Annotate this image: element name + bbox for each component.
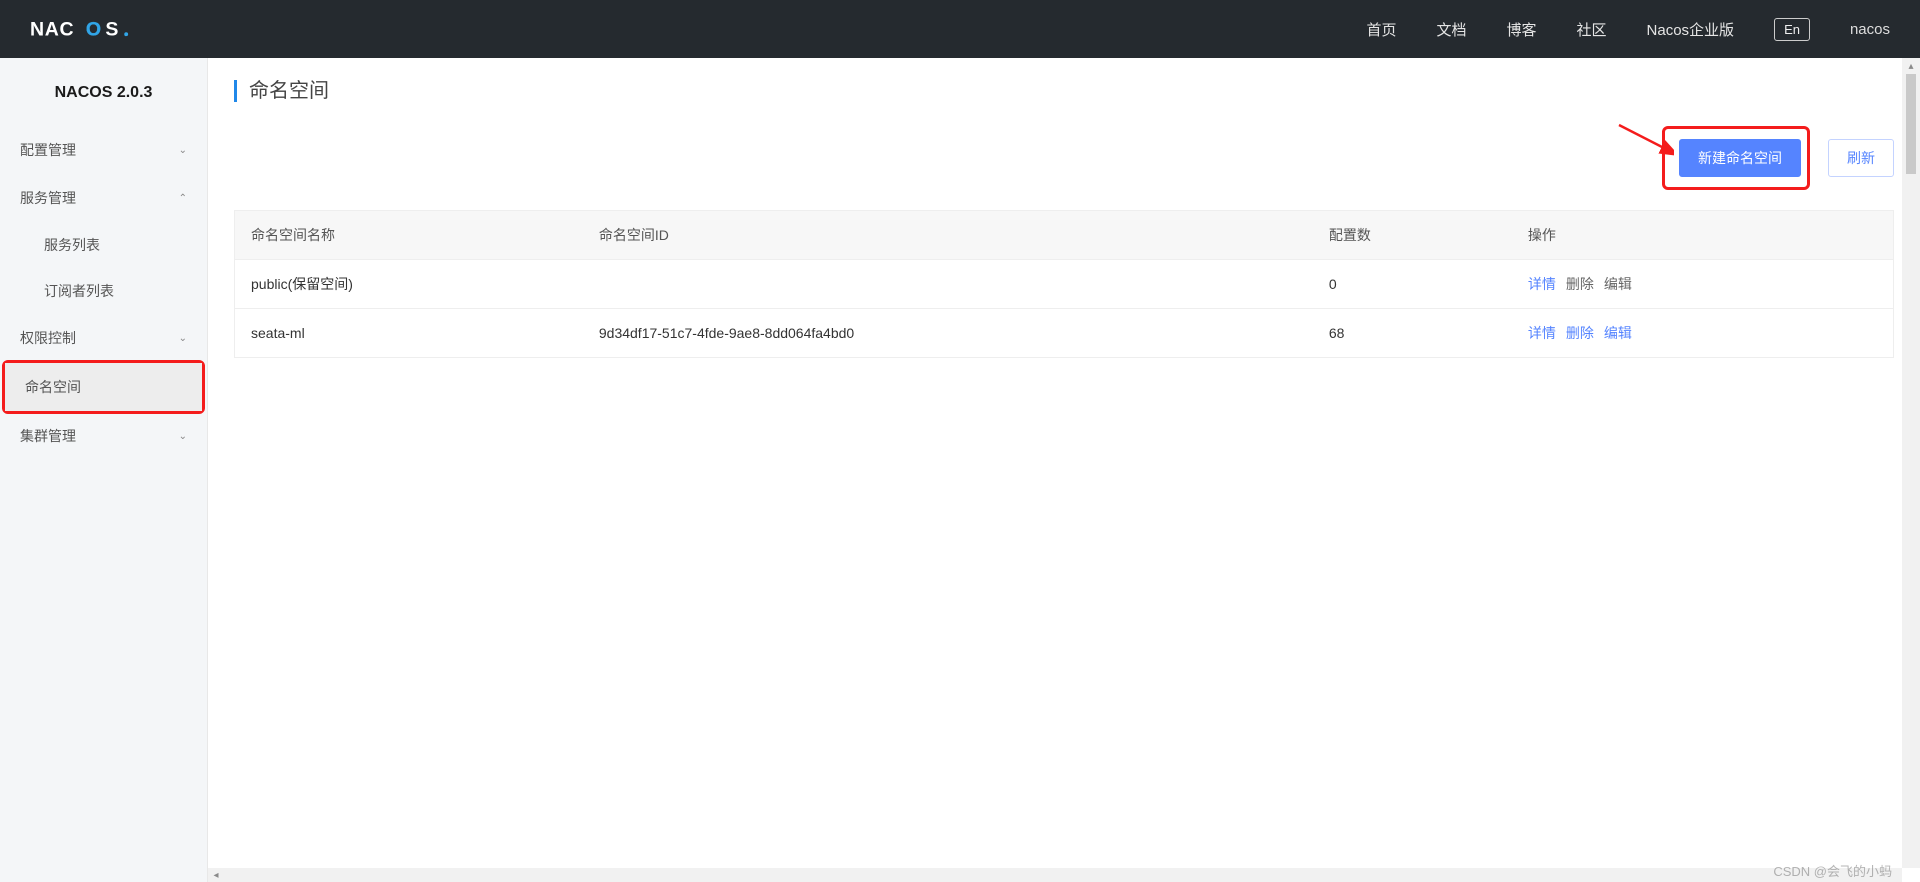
sidebar-config-mgmt[interactable]: 配置管理 ⌄ — [0, 126, 207, 174]
annotation-highlight-box: 命名空间 — [2, 360, 205, 414]
annotation-highlight-box: 新建命名空间 — [1662, 126, 1810, 190]
sidebar-access-control-label: 权限控制 — [20, 328, 76, 348]
sidebar-cluster-mgmt[interactable]: 集群管理 ⌄ — [0, 412, 207, 460]
cell-ops: 详情删除编辑 — [1512, 260, 1894, 309]
col-name: 命名空间名称 — [235, 211, 583, 260]
edit-link[interactable]: 编辑 — [1604, 325, 1632, 341]
sidebar-service-mgmt[interactable]: 服务管理 ⌃ — [0, 174, 207, 222]
user-menu[interactable]: nacos — [1850, 21, 1890, 38]
table-header-row: 命名空间名称 命名空间ID 配置数 操作 — [235, 211, 1894, 260]
horizontal-scrollbar[interactable]: ◂ — [208, 868, 1902, 882]
svg-text:O: O — [86, 19, 102, 41]
cell-count: 0 — [1313, 260, 1512, 309]
detail-link[interactable]: 详情 — [1528, 276, 1556, 292]
col-ops: 操作 — [1512, 211, 1894, 260]
chevron-down-icon: ⌄ — [179, 333, 187, 344]
delete-link: 删除 — [1566, 276, 1594, 292]
chevron-up-icon: ⌃ — [179, 193, 187, 204]
version-label: NACOS 2.0.3 — [0, 58, 207, 126]
sidebar-access-control[interactable]: 权限控制 ⌄ — [0, 314, 207, 362]
cell-count: 68 — [1313, 309, 1512, 358]
top-nav: 首页 文档 博客 社区 Nacos企业版 En nacos — [1366, 18, 1890, 41]
nacos-logo-icon: NAC O S — [30, 16, 173, 42]
svg-text:NAC: NAC — [30, 19, 74, 41]
chevron-down-icon: ⌄ — [179, 145, 187, 156]
sidebar-subscriber-list[interactable]: 订阅者列表 — [0, 268, 207, 314]
main-content: 命名空间 新建命名空间 刷新 命名空间名称 命名空间ID 配置数 — [208, 58, 1920, 882]
top-bar: NAC O S 首页 文档 博客 社区 Nacos企业版 En nacos — [0, 0, 1920, 58]
detail-link[interactable]: 详情 — [1528, 325, 1556, 341]
cell-id — [583, 260, 1313, 309]
cell-name: public(保留空间) — [235, 260, 583, 309]
col-id: 命名空间ID — [583, 211, 1313, 260]
refresh-button[interactable]: 刷新 — [1828, 139, 1894, 177]
nav-community[interactable]: 社区 — [1577, 19, 1607, 40]
vertical-scrollbar[interactable]: ▴ — [1902, 58, 1920, 868]
table-row: seata-ml9d34df17-51c7-4fde-9ae8-8dd064fa… — [235, 309, 1894, 358]
nav-enterprise[interactable]: Nacos企业版 — [1647, 19, 1735, 40]
logo[interactable]: NAC O S — [30, 16, 173, 42]
edit-link: 编辑 — [1604, 276, 1632, 292]
sidebar-config-mgmt-label: 配置管理 — [20, 140, 76, 160]
table-row: public(保留空间)0详情删除编辑 — [235, 260, 1894, 309]
sidebar: NACOS 2.0.3 配置管理 ⌄ 服务管理 ⌃ 服务列表 订阅者列表 权限控… — [0, 58, 208, 882]
create-namespace-button[interactable]: 新建命名空间 — [1679, 139, 1801, 177]
svg-text:S: S — [105, 19, 119, 41]
col-count: 配置数 — [1313, 211, 1512, 260]
page-title: 命名空间 — [234, 80, 1894, 102]
cell-name: seata-ml — [235, 309, 583, 358]
nav-docs[interactable]: 文档 — [1436, 19, 1466, 40]
namespace-table: 命名空间名称 命名空间ID 配置数 操作 public(保留空间)0详情删除编辑… — [234, 210, 1894, 358]
sidebar-namespace-label: 命名空间 — [25, 377, 81, 397]
sidebar-cluster-mgmt-label: 集群管理 — [20, 426, 76, 446]
scroll-up-icon[interactable]: ▴ — [1902, 58, 1920, 74]
sidebar-service-mgmt-label: 服务管理 — [20, 188, 76, 208]
lang-toggle[interactable]: En — [1774, 18, 1810, 41]
scrollbar-thumb[interactable] — [1906, 74, 1916, 174]
chevron-down-icon: ⌄ — [179, 431, 187, 442]
cell-ops: 详情删除编辑 — [1512, 309, 1894, 358]
sidebar-service-list[interactable]: 服务列表 — [0, 222, 207, 268]
scroll-left-icon[interactable]: ◂ — [208, 868, 224, 882]
nav-home[interactable]: 首页 — [1366, 19, 1396, 40]
nav-blog[interactable]: 博客 — [1507, 19, 1537, 40]
cell-id: 9d34df17-51c7-4fde-9ae8-8dd064fa4bd0 — [583, 309, 1313, 358]
sidebar-namespace[interactable]: 命名空间 — [5, 363, 202, 411]
delete-link[interactable]: 删除 — [1566, 325, 1594, 341]
